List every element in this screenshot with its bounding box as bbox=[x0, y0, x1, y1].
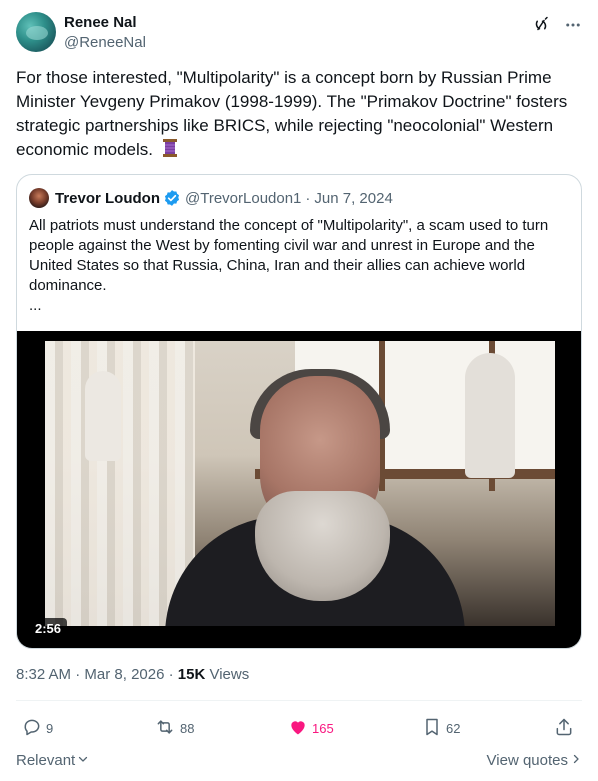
heart-icon bbox=[288, 717, 308, 740]
post-date[interactable]: Mar 8, 2026 bbox=[84, 666, 164, 683]
like-button[interactable]: 165 bbox=[288, 717, 334, 740]
view-quotes-link[interactable]: View quotes bbox=[487, 752, 582, 769]
video-thumbnail bbox=[45, 341, 555, 626]
quote-author-name: Trevor Loudon bbox=[55, 189, 160, 207]
author-name[interactable]: Renee Nal bbox=[64, 13, 146, 33]
quote-more: ... bbox=[29, 297, 42, 314]
bookmark-button[interactable]: 62 bbox=[422, 717, 460, 740]
divider bbox=[16, 700, 582, 701]
post-header: Renee Nal @ReneeNal bbox=[16, 12, 584, 56]
quote-header: Trevor Loudon @TrevorLoudon1 · Jun 7, 20… bbox=[29, 187, 393, 209]
quote-author-handle: @TrevorLoudon1 bbox=[185, 189, 302, 207]
verified-badge-icon bbox=[163, 189, 181, 207]
reply-button[interactable]: 9 bbox=[22, 717, 53, 740]
repost-icon bbox=[154, 717, 176, 740]
post-time[interactable]: 8:32 AM bbox=[16, 666, 71, 683]
reply-icon bbox=[22, 717, 42, 740]
post-body: For those interested, "Multipolarity" is… bbox=[16, 68, 568, 159]
chevron-right-icon bbox=[570, 752, 582, 769]
meta-separator: · bbox=[168, 666, 174, 683]
header-actions bbox=[530, 14, 584, 36]
quote-date: Jun 7, 2024 bbox=[314, 189, 393, 207]
quote-text: All patriots must understand the concept… bbox=[29, 217, 549, 294]
repost-button[interactable]: 88 bbox=[154, 717, 194, 740]
quoted-post[interactable]: Trevor Loudon @TrevorLoudon1 · Jun 7, 20… bbox=[16, 174, 582, 649]
author-handle[interactable]: @ReneeNal bbox=[64, 33, 146, 53]
sort-label: Relevant bbox=[16, 751, 76, 769]
quote-date-separator: · bbox=[305, 189, 311, 207]
reply-count: 9 bbox=[46, 720, 54, 736]
quote-avatar bbox=[29, 188, 49, 208]
video-player[interactable]: 2:56 bbox=[17, 331, 581, 648]
chevron-down-icon bbox=[77, 752, 89, 769]
share-icon bbox=[554, 717, 574, 740]
post-text: For those interested, "Multipolarity" is… bbox=[16, 66, 582, 162]
view-quotes-label: View quotes bbox=[486, 751, 568, 769]
thread-spool-icon bbox=[162, 138, 178, 157]
bookmark-icon bbox=[422, 717, 442, 740]
video-duration: 2:56 bbox=[29, 618, 68, 639]
replies-footer: Relevant View quotes bbox=[16, 750, 582, 770]
views-count: 15K bbox=[177, 666, 206, 683]
like-count: 165 bbox=[312, 720, 334, 736]
action-bar: 9 88 165 62 bbox=[18, 716, 580, 740]
bookmark-count: 62 bbox=[446, 720, 461, 736]
sort-dropdown[interactable]: Relevant bbox=[16, 752, 89, 769]
views-label: Views bbox=[209, 666, 250, 683]
post-meta: 8:32 AM · Mar 8, 2026 · 15K Views bbox=[16, 665, 249, 685]
meta-separator: · bbox=[75, 666, 81, 683]
share-button[interactable] bbox=[554, 717, 574, 740]
grok-icon[interactable] bbox=[530, 14, 552, 36]
avatar[interactable] bbox=[16, 12, 56, 52]
repost-count: 88 bbox=[180, 720, 195, 736]
author-names: Renee Nal @ReneeNal bbox=[64, 13, 146, 53]
more-options-icon[interactable] bbox=[562, 14, 584, 36]
